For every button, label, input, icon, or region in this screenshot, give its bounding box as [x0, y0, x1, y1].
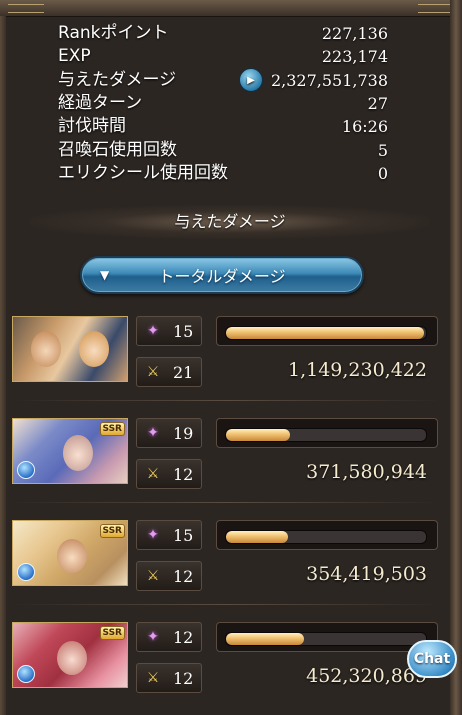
stat-value: 223,174: [321, 47, 388, 67]
damage-value: 354,419,503: [306, 563, 427, 585]
sparkle-icon: ✦: [147, 629, 159, 645]
damage-type-dropdown[interactable]: ▼ トータルダメージ: [80, 256, 364, 294]
damage-bar-frame: [216, 520, 438, 550]
critical-count: 12: [173, 627, 194, 647]
battle-stats: Rankポイント 227,136 EXP 223,174 与えたダメージ ▶ 2…: [58, 22, 388, 185]
stat-value: 27: [367, 94, 388, 114]
stat-total-damage: 与えたダメージ ▶ 2,327,551,738: [58, 68, 388, 93]
blue-haired-character-portrait[interactable]: SSR: [12, 418, 128, 484]
damage-bar: [225, 632, 427, 646]
rarity-badge: SSR: [99, 626, 125, 640]
crossed-swords-icon: ⚔: [146, 364, 160, 380]
stat-label: EXP: [58, 46, 91, 67]
character-row: SSR ✦ 19 ⚔ 12 371,580,944: [12, 418, 440, 492]
damage-bar: [225, 326, 427, 340]
dropdown-label: トータルダメージ: [158, 267, 286, 286]
character-row: ✦ 15 ⚔ 21 1,149,230,422: [12, 316, 440, 390]
stat-label: 召喚石使用回数: [58, 139, 177, 160]
critical-count: 15: [173, 525, 194, 545]
character-face: [57, 641, 87, 675]
stat-value: 16:26: [341, 117, 388, 137]
critical-count: 19: [173, 423, 194, 443]
damage-bar-fill: [226, 531, 288, 543]
attack-count-box: ⚔ 12: [136, 459, 202, 489]
stat-clear-time: 討伐時間 16:26: [58, 115, 388, 138]
stat-value: 5: [377, 140, 388, 160]
critical-count-box: ✦ 15: [136, 316, 202, 346]
blonde-character-portrait[interactable]: SSR: [12, 520, 128, 586]
sparkle-icon: ✦: [147, 425, 159, 441]
character-face: [79, 331, 109, 367]
attack-count-box: ⚔ 12: [136, 663, 202, 693]
row-divider: [12, 400, 440, 401]
character-face: [63, 435, 93, 471]
triangle-down-icon: ▼: [100, 268, 110, 282]
stat-label: 討伐時間: [58, 116, 126, 137]
attack-count: 21: [173, 362, 194, 382]
main-character-pair-portrait[interactable]: [12, 316, 128, 382]
window-frame-left: [0, 16, 6, 715]
crossed-swords-icon: ⚔: [146, 568, 160, 584]
character-row: SSR ✦ 12 ⚔ 12 452,320,869: [12, 622, 440, 696]
section-title: 与えたダメージ: [30, 205, 430, 239]
attack-count: 12: [173, 464, 194, 484]
attack-count: 12: [173, 566, 194, 586]
stat-exp: EXP 223,174: [58, 45, 388, 68]
character-face: [57, 539, 87, 573]
water-element-icon: [17, 563, 35, 581]
critical-count-box: ✦ 12: [136, 622, 202, 652]
damage-bar-frame: [216, 418, 438, 448]
scrollbar[interactable]: [450, 0, 462, 715]
character-row: SSR ✦ 15 ⚔ 12 354,419,503: [12, 520, 440, 594]
damage-bar-frame: [216, 316, 438, 346]
stat-label: エリクシール使用回数: [58, 162, 228, 183]
stat-value: 0: [377, 163, 388, 183]
damage-bar: [225, 428, 427, 442]
play-icon[interactable]: ▶: [238, 68, 263, 93]
damage-bar-fill: [226, 429, 290, 441]
crossed-swords-icon: ⚔: [146, 670, 160, 686]
stat-turns: 経過ターン 27: [58, 92, 388, 115]
stat-value-group: ▶ 2,327,551,738: [238, 68, 388, 93]
critical-count: 15: [173, 321, 194, 341]
sparkle-icon: ✦: [147, 323, 159, 339]
sparkle-icon: ✦: [147, 527, 159, 543]
character-face: [31, 331, 61, 367]
stat-rank-points: Rankポイント 227,136: [58, 22, 388, 45]
frame-ornament-right: [418, 4, 454, 13]
damage-bar-fill: [226, 327, 424, 339]
red-haired-character-portrait[interactable]: SSR: [12, 622, 128, 688]
damage-value: 1,149,230,422: [287, 359, 427, 381]
critical-count-box: ✦ 15: [136, 520, 202, 550]
water-element-icon: [17, 665, 35, 683]
damage-bar-frame: [216, 622, 438, 652]
damage-bar: [225, 530, 427, 544]
damage-value: 452,320,869: [306, 665, 427, 687]
crossed-swords-icon: ⚔: [146, 466, 160, 482]
attack-count-box: ⚔ 12: [136, 561, 202, 591]
water-element-icon: [17, 461, 35, 479]
rarity-badge: SSR: [99, 524, 125, 538]
stat-value: 227,136: [321, 24, 388, 44]
critical-count-box: ✦ 19: [136, 418, 202, 448]
damage-bar-fill: [226, 633, 304, 645]
frame-ornament-left: [8, 4, 44, 13]
chat-button[interactable]: Chat: [407, 640, 457, 678]
stat-elixir-uses: エリクシール使用回数 0: [58, 162, 388, 185]
stat-label: 経過ターン: [58, 93, 143, 114]
attack-count-box: ⚔ 21: [136, 357, 202, 387]
stat-summon-uses: 召喚石使用回数 5: [58, 138, 388, 161]
stat-label: 与えたダメージ: [58, 69, 177, 90]
row-divider: [12, 502, 440, 503]
rarity-badge: SSR: [99, 422, 125, 436]
attack-count: 12: [173, 668, 194, 688]
window-frame-top: [0, 0, 462, 17]
row-divider: [12, 604, 440, 605]
stat-label: Rankポイント: [58, 23, 169, 44]
stat-value: 2,327,551,738: [270, 70, 388, 90]
damage-value: 371,580,944: [306, 461, 427, 483]
